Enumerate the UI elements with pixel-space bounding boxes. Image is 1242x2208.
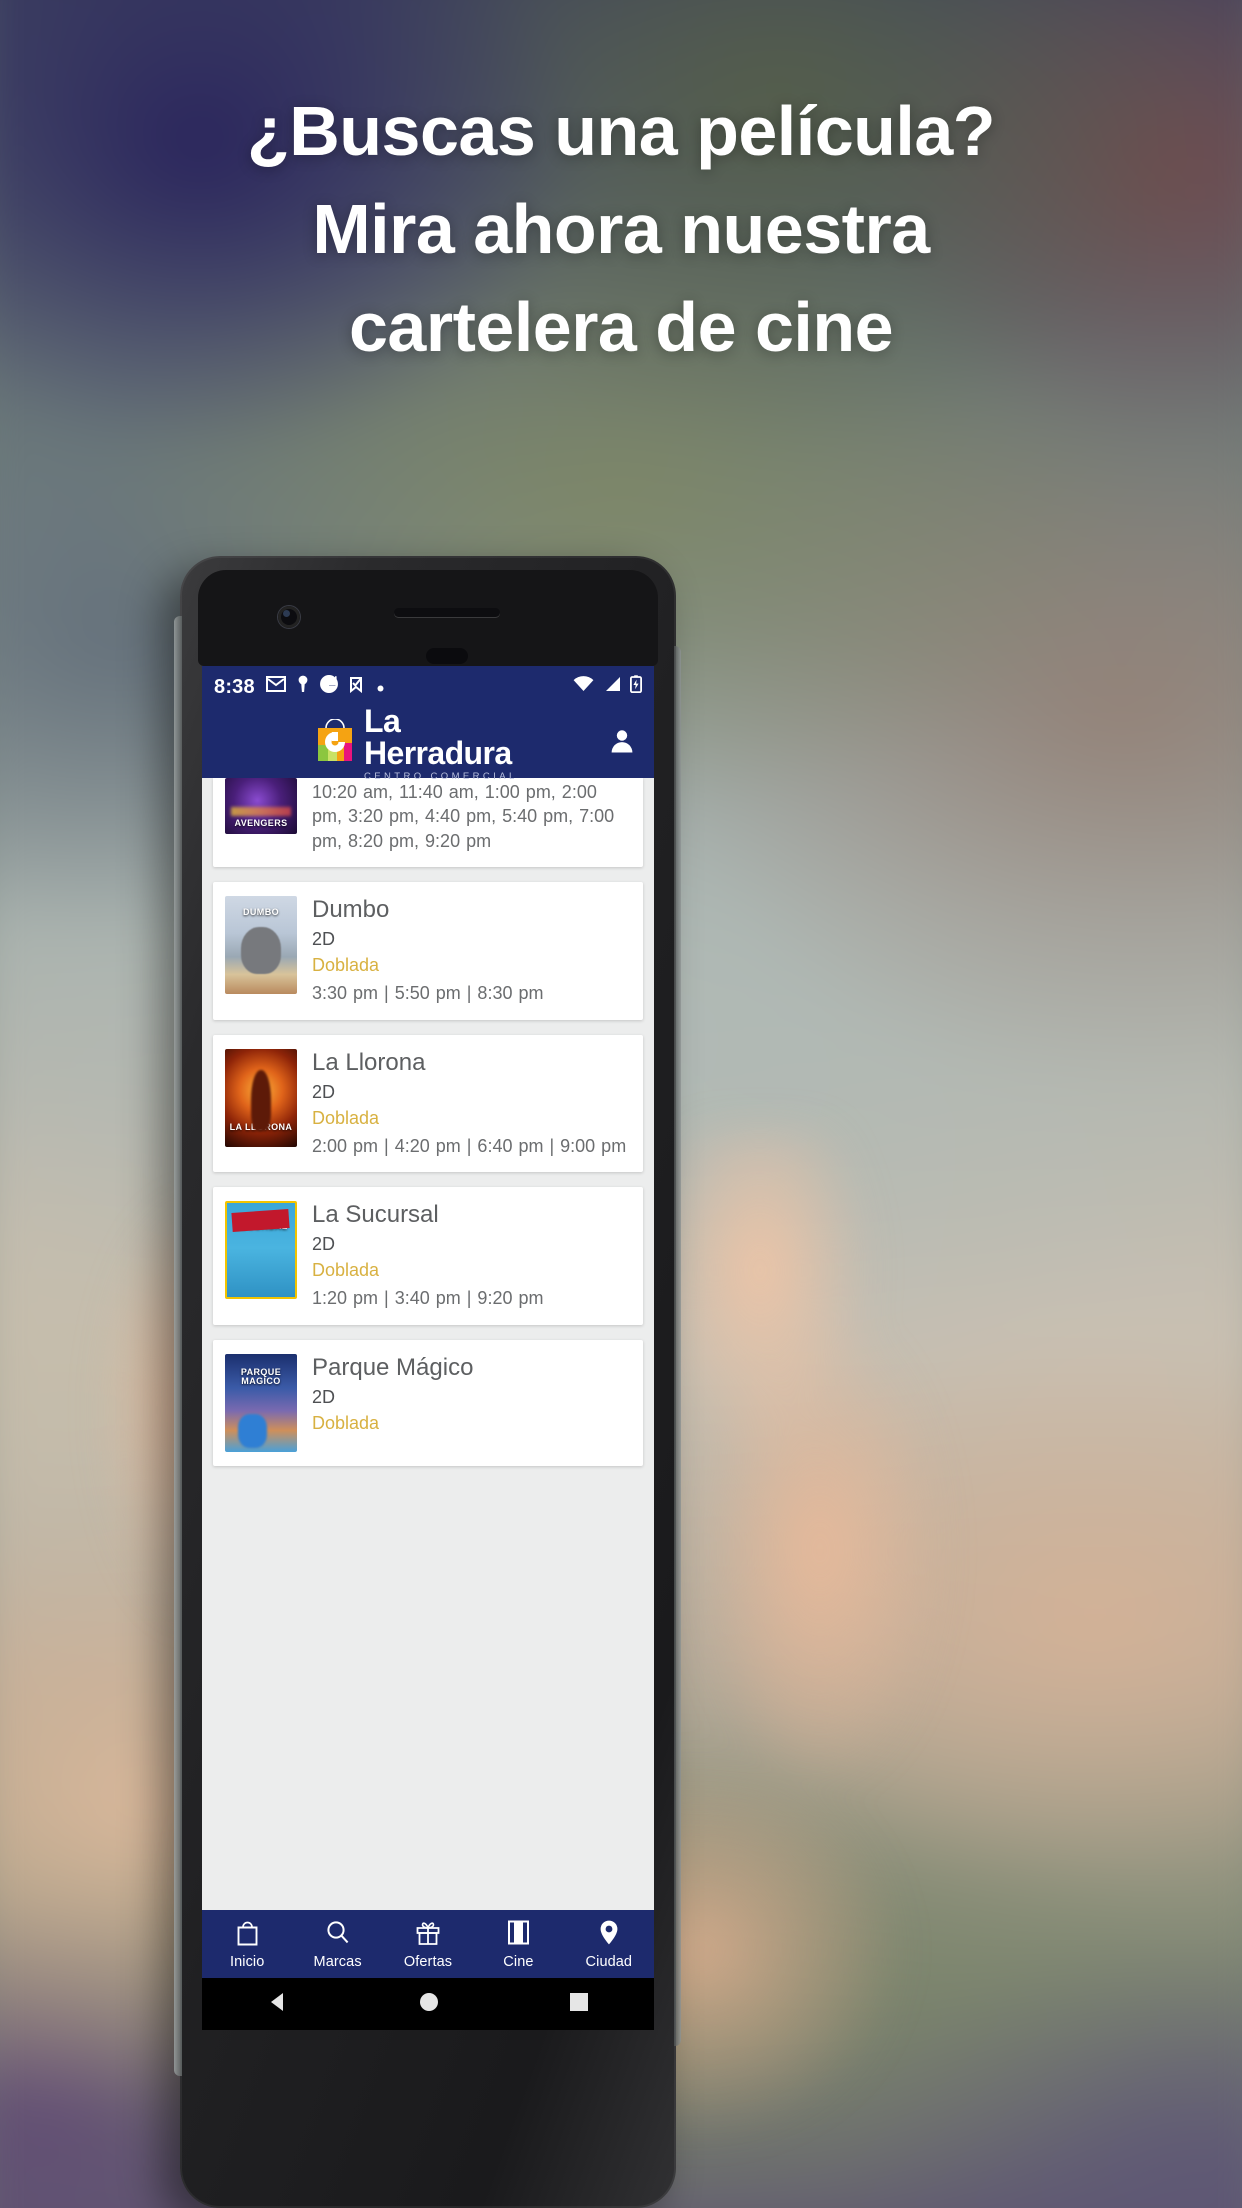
- earpiece-speaker: [394, 608, 500, 617]
- logo-subtitle: CENTRO COMERCIAL: [364, 770, 518, 782]
- movie-format: 2D: [312, 1081, 336, 1102]
- nav-item-inicio[interactable]: Inicio: [202, 1919, 292, 1970]
- cinema-listings[interactable]: AVENGERS 10:20 am, 11:40 am, 1:00 pm, 2:…: [202, 778, 654, 1926]
- movie-card[interactable]: LA LLORONA La Llorona 2D Doblada 2:00 pm…: [213, 1034, 643, 1173]
- back-triangle-icon[interactable]: [267, 1991, 289, 2018]
- poster-label: AVENGERS: [234, 817, 288, 828]
- gmail-icon: [265, 676, 286, 698]
- signal-icon: [603, 676, 621, 698]
- nav-label: Marcas: [313, 1953, 362, 1970]
- nav-label: Inicio: [229, 1953, 265, 1970]
- nav-item-cine[interactable]: Cine: [473, 1919, 563, 1970]
- shopping-bag-logo-icon: [315, 717, 355, 768]
- battery-charging-icon: [629, 675, 642, 699]
- movie-format: 2D: [312, 929, 336, 950]
- movie-title: Parque Mágico: [312, 1353, 474, 1381]
- phone-screen: 8:38 La Herradura CENTRO COMERCIAL AVENG…: [202, 666, 654, 2030]
- nav-item-marcas[interactable]: Marcas: [292, 1919, 382, 1970]
- movie-card[interactable]: DUMBO Dumbo 2D Doblada 3:30 pm | 5:50 pm…: [213, 881, 643, 1020]
- status-bar-clock: 8:38: [214, 675, 255, 698]
- movie-poster: LA SUCURSAL: [225, 1201, 297, 1300]
- home-circle-icon[interactable]: [418, 1991, 440, 2018]
- movie-poster: PARQUE MAGICO: [225, 1353, 297, 1452]
- app-bar: La Herradura CENTRO COMERCIAL: [202, 705, 654, 781]
- shopping-bag-icon: [235, 1919, 260, 1951]
- movie-poster: AVENGERS: [225, 778, 297, 834]
- dot-icon: [377, 676, 384, 698]
- app-logo[interactable]: La Herradura CENTRO COMERCIAL: [315, 705, 541, 782]
- movie-card[interactable]: PARQUE MAGICO Parque Mágico 2D Doblada: [213, 1339, 643, 1466]
- nav-label: Cine: [503, 1953, 534, 1970]
- account-icon[interactable]: [608, 727, 636, 760]
- phone-device: 8:38 La Herradura CENTRO COMERCIAL AVENG…: [174, 556, 681, 2208]
- bottom-navigation: Inicio Marcas Ofertas Cine Ciudad: [202, 1910, 654, 1978]
- movie-language: Doblada: [312, 1260, 380, 1281]
- nav-label: Ofertas: [403, 1953, 453, 1970]
- phone-top-bezel: [198, 570, 658, 666]
- key-icon: [297, 675, 309, 699]
- movie-language: Doblada: [312, 955, 380, 976]
- film-icon: [507, 1919, 530, 1951]
- movie-poster: LA LLORONA: [225, 1048, 297, 1147]
- movie-showtimes: 3:30 pm | 5:50 pm | 8:30 pm: [312, 983, 544, 1004]
- movie-poster: DUMBO: [225, 895, 297, 994]
- recents-square-icon[interactable]: [569, 1992, 589, 2017]
- poster-label: PARQUE MAGICO: [240, 1366, 282, 1387]
- movie-title: La Sucursal: [312, 1201, 439, 1229]
- movie-card[interactable]: LA SUCURSAL La Sucursal 2D Doblada 1:20 …: [213, 1187, 643, 1325]
- promo-headline: ¿Buscas una película? Mira ahora nuestra…: [0, 82, 1242, 376]
- google-icon: [319, 675, 338, 699]
- logo-title: La Herradura: [364, 702, 512, 771]
- proximity-sensor: [426, 648, 468, 664]
- movie-showtimes: 1:20 pm | 3:40 pm | 9:20 pm: [312, 1288, 544, 1309]
- gift-icon: [415, 1919, 441, 1951]
- status-bar: 8:38: [202, 666, 654, 708]
- headline-line-2: Mira ahora nuestra: [312, 190, 930, 268]
- tasks-icon: [349, 676, 366, 699]
- nav-item-ciudad[interactable]: Ciudad: [564, 1919, 654, 1970]
- movie-format: 2D: [312, 1387, 336, 1408]
- headline-line-1: ¿Buscas una película?: [246, 92, 996, 170]
- movie-language: Doblada: [312, 1107, 380, 1128]
- movie-language: Doblada: [312, 1413, 380, 1434]
- poster-label: LA LLORONA: [229, 1122, 293, 1133]
- movie-title: Dumbo: [312, 895, 390, 923]
- poster-label: DUMBO: [243, 906, 279, 917]
- nav-label: Ciudad: [585, 1953, 633, 1970]
- movie-showtimes: 2:00 pm | 4:20 pm | 6:40 pm | 9:00 pm: [312, 1135, 627, 1156]
- wifi-icon: [573, 676, 594, 698]
- android-navigation-bar: [202, 1978, 654, 2030]
- movie-format: 2D: [312, 1234, 336, 1255]
- movie-card[interactable]: AVENGERS 10:20 am, 11:40 am, 1:00 pm, 2:…: [213, 778, 643, 867]
- poster-label: LA SUCURSAL: [234, 1211, 288, 1231]
- location-pin-icon: [598, 1919, 620, 1951]
- movie-title: La Llorona: [312, 1048, 426, 1076]
- movie-showtimes: 10:20 am, 11:40 am, 1:00 pm, 2:00 pm, 3:…: [312, 782, 615, 851]
- nav-item-ofertas[interactable]: Ofertas: [383, 1919, 473, 1970]
- headline-line-3: cartelera de cine: [348, 288, 894, 366]
- front-camera-icon: [278, 606, 300, 628]
- search-icon: [325, 1919, 350, 1951]
